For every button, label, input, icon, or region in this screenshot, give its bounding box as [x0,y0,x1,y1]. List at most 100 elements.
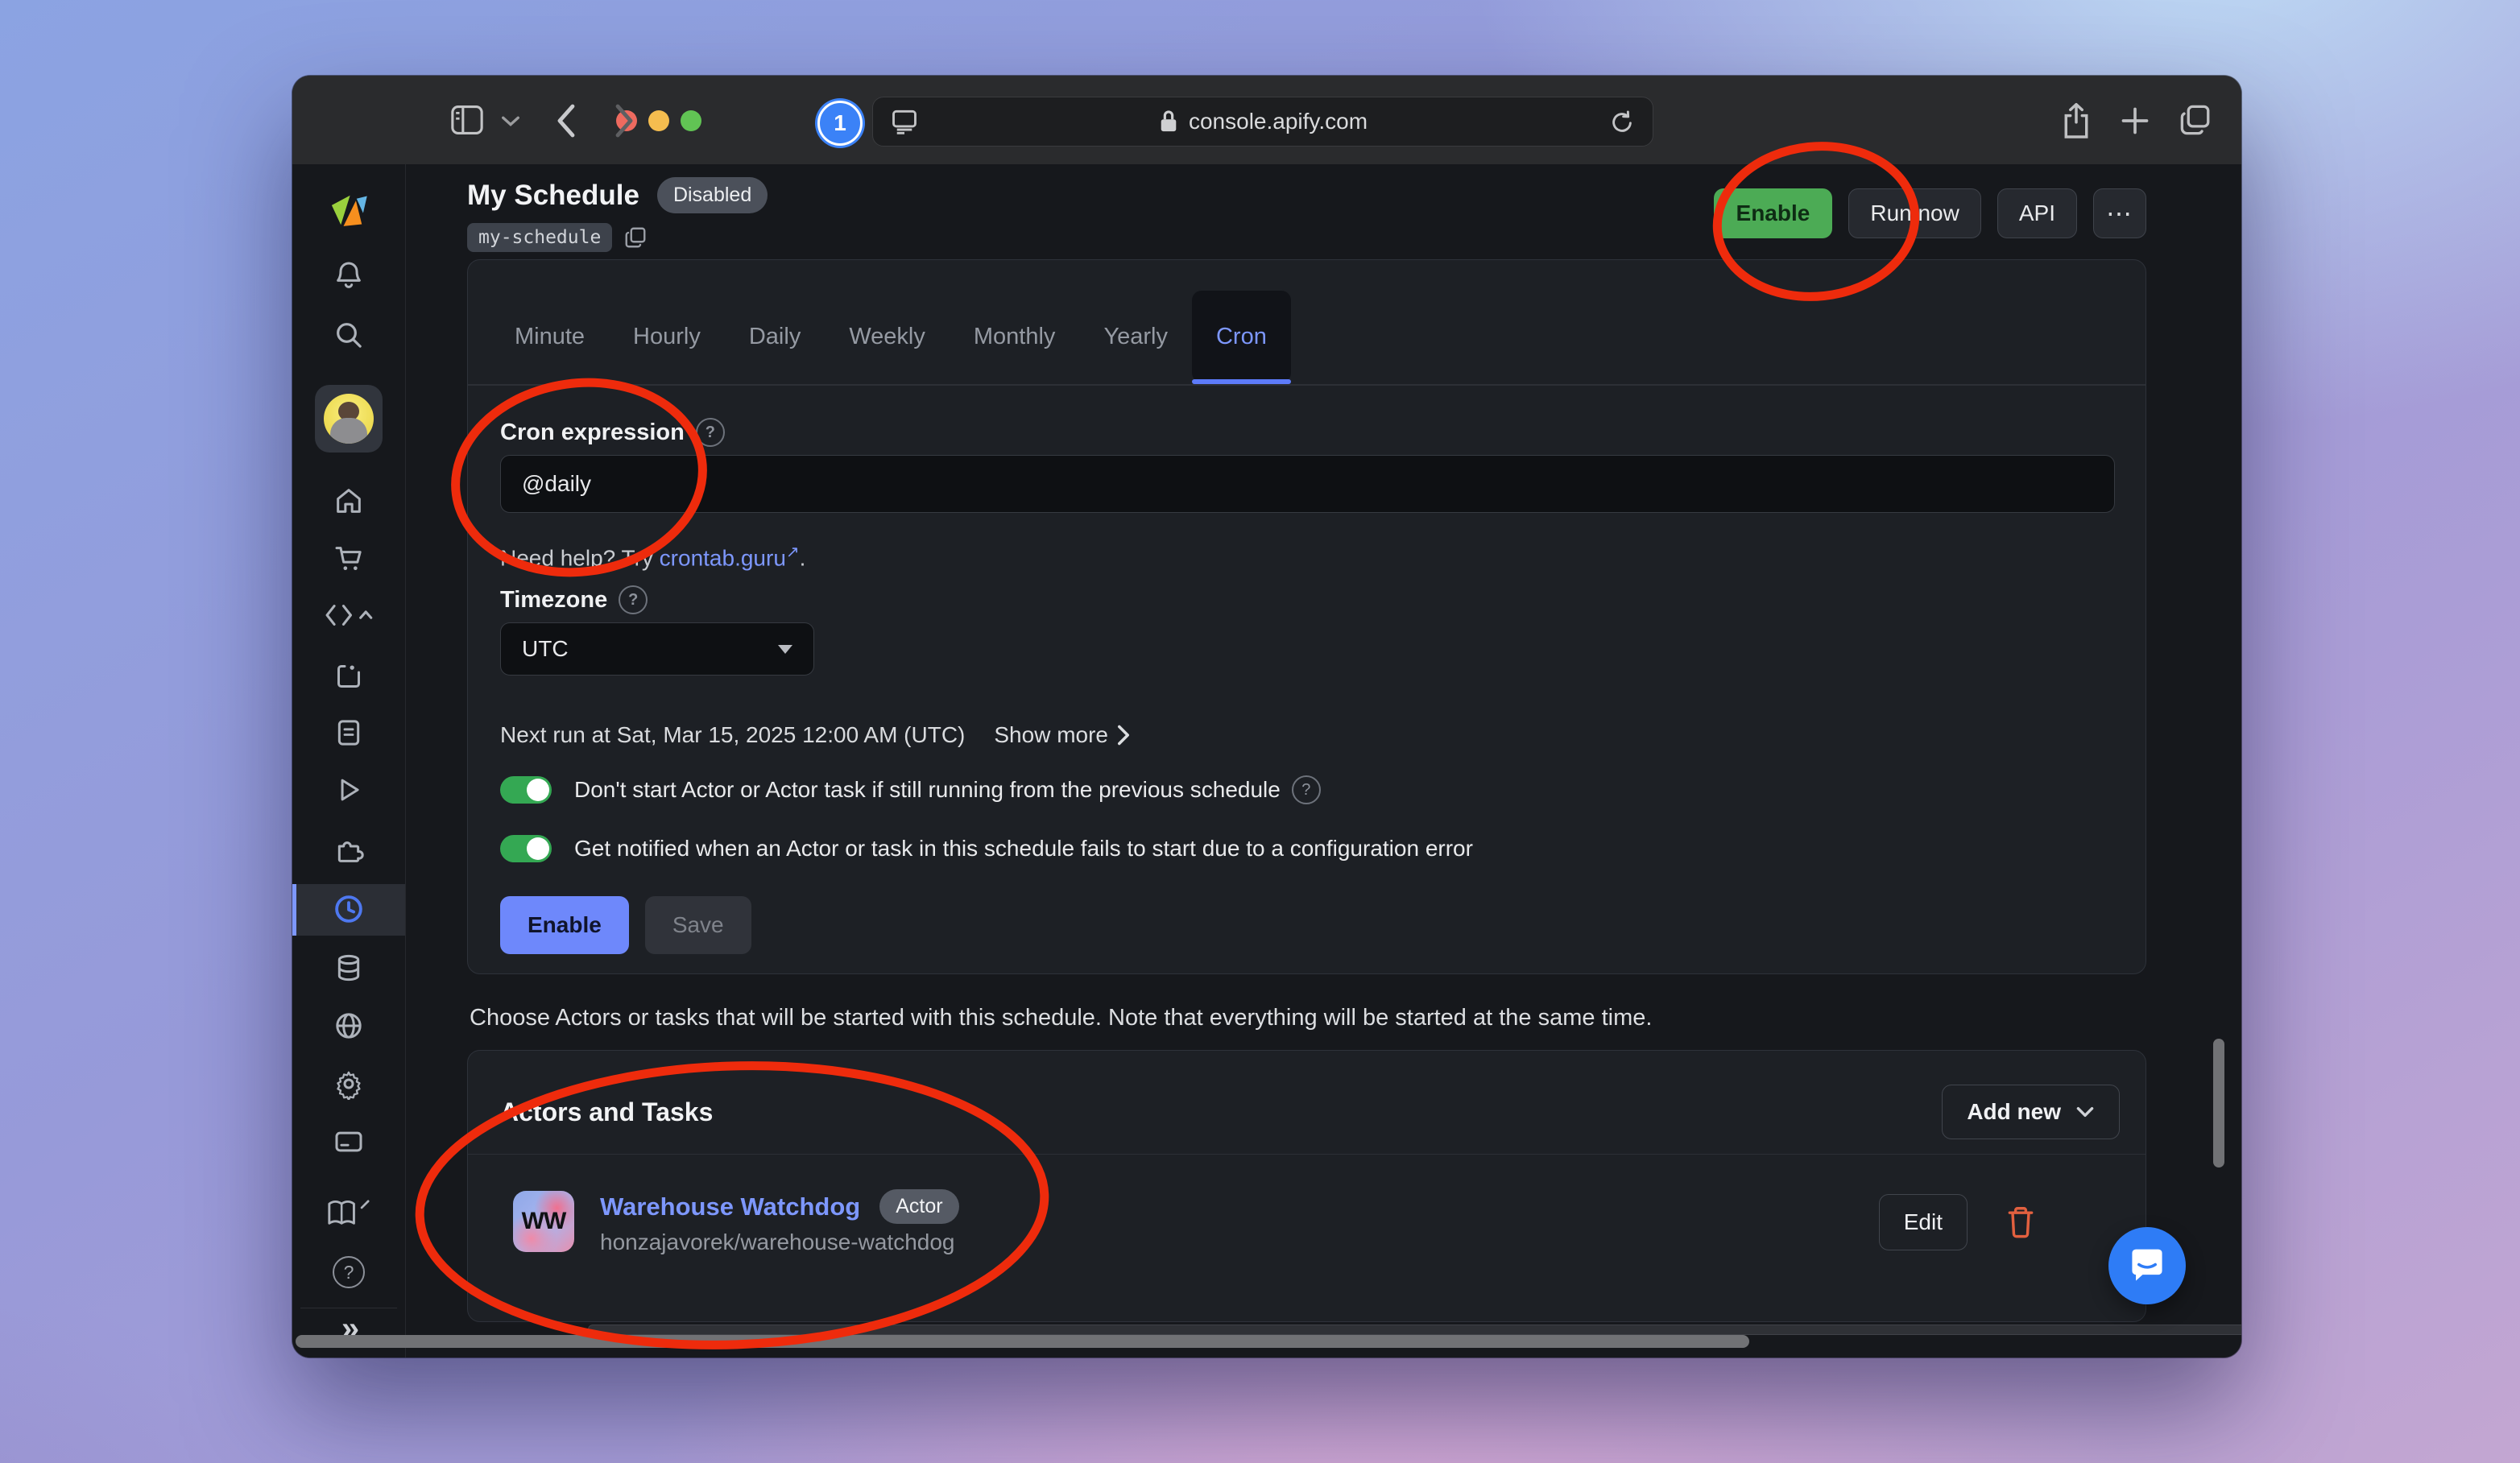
page-settings-icon[interactable] [891,109,918,134]
sidebar-item-development[interactable] [292,601,405,630]
api-button[interactable]: API [1997,188,2077,238]
lock-icon [1158,109,1179,134]
sidebar-item-schedules[interactable] [292,892,405,926]
sidebar-item-documents[interactable] [292,717,405,749]
chevron-down-icon [778,645,792,654]
sidebar-item-account[interactable] [315,385,383,453]
chat-widget-button[interactable] [2108,1227,2186,1304]
sidebar-item-notifications[interactable] [292,259,405,291]
play-icon [333,775,364,805]
help-prefix: Need help? Try [500,545,660,570]
actor-name-link[interactable]: Warehouse Watchdog [600,1192,860,1221]
share-icon[interactable] [2060,101,2092,140]
no-overlap-toggle[interactable] [500,776,552,804]
actor-row: Warehouse Watchdog Actor [600,1189,959,1224]
toggle-row-no-overlap: Don't start Actor or Actor task if still… [500,775,1321,804]
cart-icon [333,543,365,575]
bell-icon [333,259,365,291]
show-more-label: Show more [994,722,1108,748]
cron-help-icon[interactable]: ? [696,418,725,447]
window-horizontal-scrollbar[interactable] [296,1335,1749,1348]
next-run-text: Next run at Sat, Mar 15, 2025 12:00 AM (… [500,722,965,748]
clock-icon [332,892,366,926]
sidebar-item-storage[interactable] [292,952,405,984]
reload-icon[interactable] [1609,110,1635,135]
toggle-row-notify: Get notified when an Actor or task in th… [500,835,1473,862]
copy-icon[interactable] [623,225,648,250]
page-header: My Schedule Disabled my-schedule [467,177,768,252]
sidebar-item-proxy[interactable] [292,1010,405,1042]
notify-label: Get notified when an Actor or task in th… [574,836,1473,862]
sidebar-item-integrations[interactable] [292,834,405,866]
card-divider [468,1154,2146,1155]
cron-expression-input[interactable] [500,455,2115,513]
apify-logo[interactable] [292,192,405,232]
back-button-icon[interactable] [555,103,577,138]
notify-toggle[interactable] [500,835,552,862]
timezone-value: UTC [522,636,569,662]
show-more-link[interactable]: Show more [994,722,1131,748]
frequency-tabs: Minute Hourly Daily Weekly Monthly Yearl… [468,260,2146,386]
enable-schedule-button[interactable]: Enable [500,896,629,954]
tab-overview-icon[interactable] [2179,103,2212,137]
new-tab-icon[interactable] [2119,105,2151,137]
sidebar-item-documentation[interactable] [292,1196,405,1232]
forward-button-icon[interactable] [613,103,635,138]
timezone-help-icon[interactable]: ? [619,585,648,614]
actors-icon [333,660,365,692]
sidebar-item-settings[interactable] [292,1068,405,1100]
tab-yearly[interactable]: Yearly [1079,291,1192,382]
actor-path: honzajavorek/warehouse-watchdog [600,1229,955,1255]
database-icon [333,952,365,984]
schedule-page: My Schedule Disabled my-schedule Enable … [405,164,2241,1358]
tab-weekly[interactable]: Weekly [825,291,950,382]
add-new-button[interactable]: Add new [1942,1085,2120,1139]
sidebar-toggle-icon[interactable] [450,105,484,135]
sidebar-item-actors[interactable] [292,660,405,692]
sidebar-item-home[interactable] [292,485,405,517]
actors-intro-text: Choose Actors or tasks that will be star… [470,1005,1652,1031]
tab-monthly[interactable]: Monthly [950,291,1080,382]
tab-cron[interactable]: Cron [1192,291,1291,382]
crontab-guru-link[interactable]: crontab.guru [660,545,786,570]
apify-logo-icon [328,192,370,232]
actor-actions: Edit [1879,1194,2037,1250]
save-button[interactable]: Save [645,896,751,954]
toggle-help-icon[interactable]: ? [1292,775,1321,804]
enable-button[interactable]: Enable [1714,188,1833,238]
timezone-label: Timezone [500,587,607,614]
help-suffix: . [800,545,806,570]
edit-button[interactable]: Edit [1879,1194,1968,1250]
more-options-button[interactable]: ⋯ [2093,188,2146,238]
avatar [324,394,374,444]
browser-toolbar: 1 console.apify.com [292,76,2241,165]
window-vertical-scrollbar[interactable] [2213,1039,2224,1168]
app-sidebar: ? » [292,164,406,1358]
content-horizontal-scrollbar[interactable] [588,1325,2241,1335]
timezone-select[interactable]: UTC [500,622,814,676]
cron-expression-label-row: Cron expression ? [500,418,725,447]
minimize-window-button[interactable] [648,110,669,131]
tab-hourly[interactable]: Hourly [609,291,725,382]
sidebar-menu-chevron-icon[interactable] [500,114,521,127]
run-now-button[interactable]: Run now [1848,188,1981,238]
sidebar-item-store[interactable] [292,543,405,575]
sidebar-item-help[interactable]: ? [292,1256,405,1288]
zoom-window-button[interactable] [681,110,701,131]
trash-icon[interactable] [2005,1205,2037,1240]
no-overlap-label: Don't start Actor or Actor task if still… [574,777,1281,803]
address-bar[interactable]: console.apify.com [872,97,1653,147]
tab-daily[interactable]: Daily [725,291,825,382]
tab-minute[interactable]: Minute [490,291,609,382]
next-run-row: Next run at Sat, Mar 15, 2025 12:00 AM (… [500,722,1131,748]
schedule-slug: my-schedule [467,223,612,252]
sidebar-item-runs[interactable] [292,775,405,805]
chat-bubble-icon [2126,1245,2168,1287]
help-icon: ? [333,1256,365,1288]
sidebar-item-search[interactable] [292,319,405,351]
password-manager-icon[interactable]: 1 [817,101,863,146]
status-badge: Disabled [657,177,768,213]
sidebar-item-billing[interactable] [292,1126,405,1158]
desktop: 1 console.apify.com [0,0,2520,1463]
puzzle-icon [333,834,365,866]
